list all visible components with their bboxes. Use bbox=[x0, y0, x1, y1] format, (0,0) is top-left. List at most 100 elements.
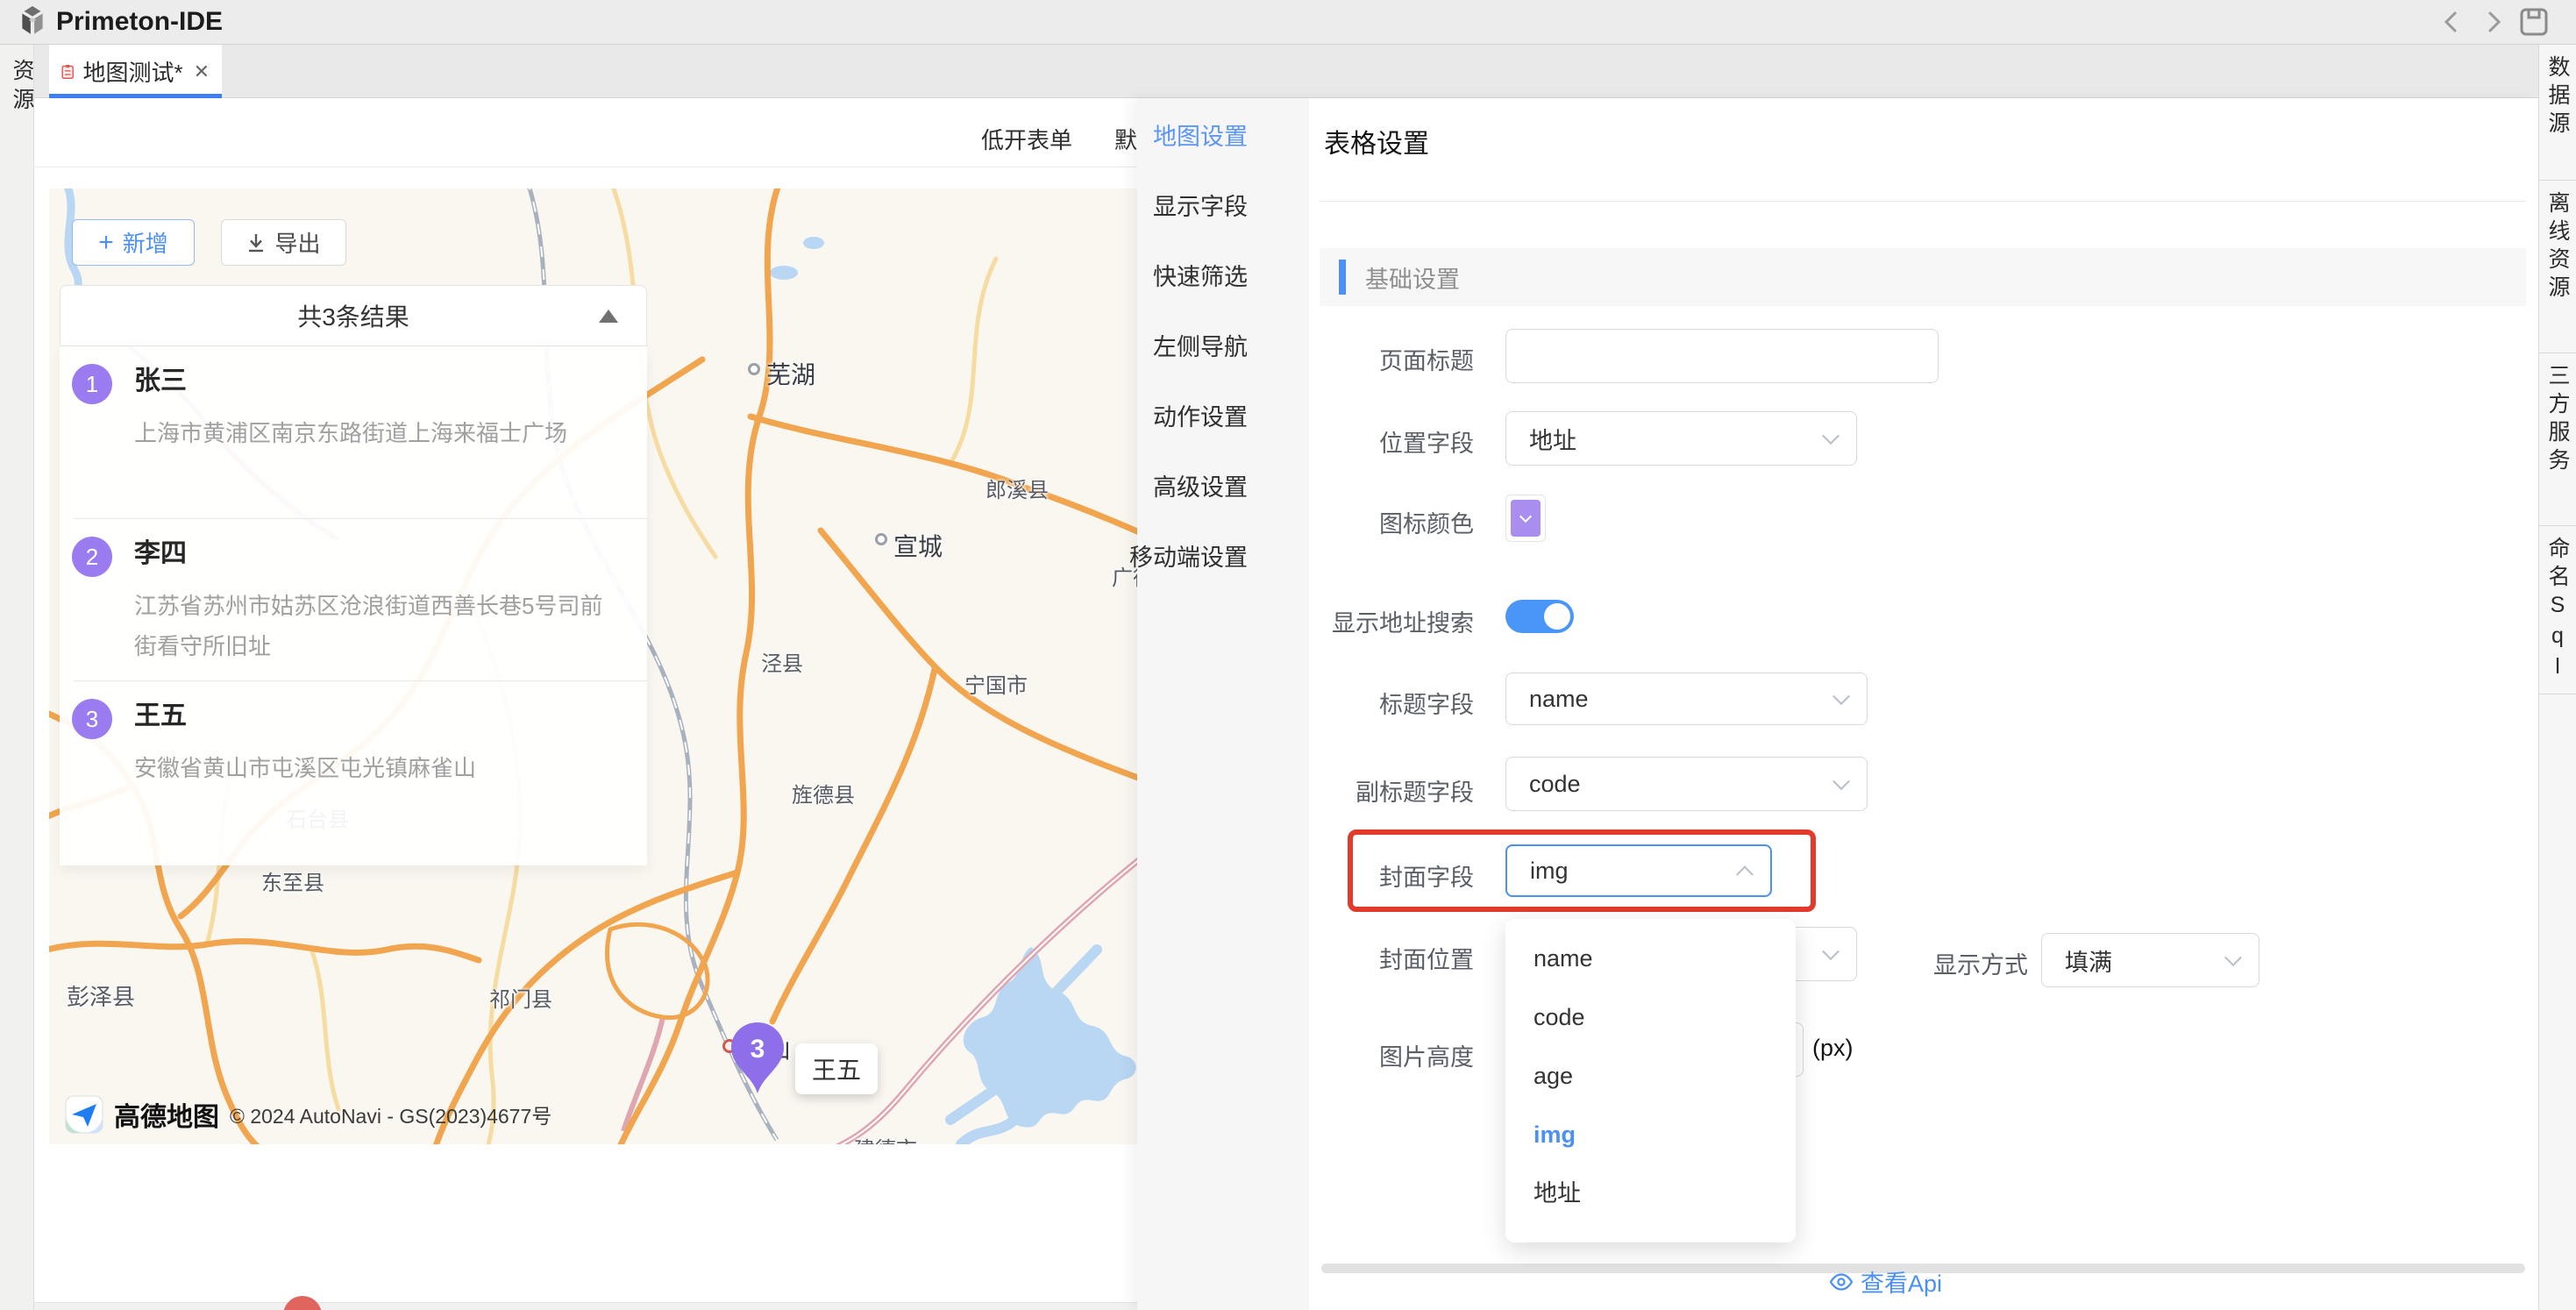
city-ring-marker-xuancheng bbox=[875, 533, 887, 545]
rail-tab-resources[interactable]: 资源 bbox=[6, 59, 38, 117]
settings-nav: 地图设置 显示字段 快速筛选 左侧导航 动作设置 高级设置 移动端设置 bbox=[1137, 98, 1309, 1310]
nav-item-display-fields[interactable]: 显示字段 bbox=[1153, 189, 1248, 224]
list-item[interactable]: 2 李四 江苏省苏州市姑苏区沧浪街道西善长巷5号司前街看守所旧址 bbox=[60, 519, 647, 680]
dropdown-option-code[interactable]: code bbox=[1505, 988, 1796, 1047]
map-pin-label-card[interactable]: 王五 bbox=[795, 1043, 878, 1094]
tab-close-icon[interactable]: ✕ bbox=[194, 61, 210, 83]
add-button-label: 新增 bbox=[123, 226, 168, 259]
field-label-page-title: 页面标题 bbox=[1313, 342, 1474, 376]
right-rail: 数据源 离线资源 三方服务 命名Sql bbox=[2538, 45, 2576, 1310]
map-label-jingde: 旌德县 bbox=[792, 778, 855, 808]
image-height-suffix: (px) bbox=[1812, 1035, 1854, 1062]
view-api-link[interactable]: 查看Api bbox=[1829, 1264, 1942, 1299]
collapse-icon[interactable] bbox=[599, 310, 618, 323]
amap-logo-icon bbox=[65, 1095, 103, 1134]
chevron-down-icon bbox=[1519, 510, 1532, 523]
nav-item-map-settings[interactable]: 地图设置 bbox=[1153, 119, 1248, 154]
view-api-label: 查看Api bbox=[1861, 1264, 1942, 1299]
amap-brand: 高德地图 bbox=[114, 1095, 219, 1134]
eye-icon bbox=[1829, 1273, 1854, 1291]
section-accent-bar bbox=[1339, 260, 1346, 295]
map-label-jiande: 建德市 bbox=[854, 1132, 917, 1144]
field-label-position-field: 位置字段 bbox=[1313, 424, 1474, 459]
field-label-display-mode: 显示方式 bbox=[1867, 946, 2028, 980]
export-button-label: 导出 bbox=[274, 226, 320, 259]
tab-bar: 地图测试* ✕ bbox=[34, 45, 2538, 98]
chevron-down-icon bbox=[1822, 427, 1839, 445]
chevron-down-icon bbox=[1822, 943, 1839, 960]
chevron-down-icon bbox=[1832, 772, 1850, 790]
save-icon[interactable] bbox=[2518, 6, 2550, 38]
field-label-title-field: 标题字段 bbox=[1313, 686, 1474, 720]
nav-item-quick-filter[interactable]: 快速筛选 bbox=[1153, 260, 1248, 295]
map-pin-3[interactable]: 3 bbox=[730, 1022, 785, 1095]
title-field-select[interactable]: name bbox=[1505, 673, 1868, 725]
item-index-badge: 3 bbox=[72, 699, 112, 739]
chevron-up-icon bbox=[1736, 865, 1754, 883]
icon-color-swatch bbox=[1511, 500, 1541, 537]
rail-tab-datasource[interactable]: 数据源 bbox=[2539, 45, 2576, 181]
field-label-cover-field: 封面字段 bbox=[1313, 858, 1474, 893]
map-label-ningguo: 宁国市 bbox=[964, 668, 1028, 699]
tab-map-test[interactable]: 地图测试* ✕ bbox=[49, 45, 222, 98]
item-address: 江苏省苏州市姑苏区沧浪街道西善长巷5号司前街看守所旧址 bbox=[134, 586, 625, 666]
dropdown-option-img[interactable]: img bbox=[1505, 1106, 1796, 1164]
toggle-knob bbox=[1544, 603, 1570, 630]
field-label-show-address-search: 显示地址搜索 bbox=[1163, 604, 1474, 638]
cover-field-select[interactable]: img bbox=[1505, 844, 1772, 897]
item-address: 上海市黄浦区南京东路街道上海来福士广场 bbox=[134, 413, 625, 453]
item-address: 安徽省黄山市屯溪区屯光镇麻雀山 bbox=[134, 748, 625, 788]
rail-tab-offline-resources[interactable]: 离线资源 bbox=[2539, 181, 2576, 353]
section-title: 基础设置 bbox=[1365, 260, 1460, 295]
left-rail: 资源 bbox=[0, 45, 34, 1310]
map-label-wuhu: 芜湖 bbox=[766, 356, 815, 391]
download-icon bbox=[246, 232, 266, 253]
dropdown-option-address[interactable]: 地址 bbox=[1505, 1164, 1796, 1223]
toolbar-item-lowcode-form[interactable]: 低开表单 bbox=[981, 123, 1072, 155]
add-button[interactable]: + 新增 bbox=[72, 219, 195, 266]
subtitle-field-value: code bbox=[1529, 771, 1581, 798]
chevron-down-icon bbox=[2224, 949, 2242, 966]
position-field-select[interactable]: 地址 bbox=[1505, 411, 1857, 466]
tab-label: 地图测试* bbox=[82, 55, 182, 88]
rail-tab-named-sql[interactable]: 命名Sql bbox=[2539, 526, 2576, 694]
title-bar: Primeton-IDE bbox=[0, 0, 2576, 45]
nav-item-advanced[interactable]: 高级设置 bbox=[1153, 470, 1248, 505]
subtitle-field-select[interactable]: code bbox=[1505, 757, 1868, 811]
item-index-badge: 1 bbox=[72, 364, 112, 404]
display-mode-select[interactable]: 填满 bbox=[2041, 933, 2259, 987]
item-index-badge: 2 bbox=[72, 537, 112, 577]
rail-tab-label: 离线资源 bbox=[2542, 191, 2573, 352]
page-title-input[interactable] bbox=[1505, 329, 1939, 383]
nav-item-action-settings[interactable]: 动作设置 bbox=[1153, 400, 1248, 435]
city-ring-marker-wuhu bbox=[748, 363, 760, 375]
icon-color-picker[interactable] bbox=[1505, 495, 1546, 542]
results-header[interactable]: 共3条结果 bbox=[60, 285, 647, 346]
rail-tab-third-party-services[interactable]: 三方服务 bbox=[2539, 353, 2576, 526]
settings-divider bbox=[1320, 201, 2526, 202]
nav-forward-icon[interactable] bbox=[2481, 10, 2506, 34]
dropdown-option-name[interactable]: name bbox=[1505, 929, 1796, 988]
floating-action-button[interactable] bbox=[283, 1296, 322, 1310]
nav-item-mobile[interactable]: 移动端设置 bbox=[1129, 540, 1248, 575]
list-item[interactable]: 3 王五 安徽省黄山市屯溪区屯光镇麻雀山 bbox=[60, 681, 647, 808]
nav-back-icon[interactable] bbox=[2439, 10, 2464, 34]
bottom-strip bbox=[34, 1302, 1139, 1310]
show-address-search-toggle[interactable] bbox=[1505, 600, 1574, 633]
app-title: Primeton-IDE bbox=[56, 7, 223, 37]
rail-tab-label: 数据源 bbox=[2542, 55, 2573, 180]
position-field-value: 地址 bbox=[1529, 422, 1576, 456]
field-label-image-height: 图片高度 bbox=[1313, 1038, 1474, 1072]
rail-tab-label: 三方服务 bbox=[2542, 364, 2573, 525]
export-button[interactable]: 导出 bbox=[221, 219, 346, 266]
field-label-cover-position: 封面位置 bbox=[1313, 941, 1474, 975]
plus-icon: + bbox=[98, 230, 114, 256]
dropdown-option-age[interactable]: age bbox=[1505, 1047, 1796, 1106]
toolbar-item-truncated[interactable]: 默 bbox=[1114, 123, 1137, 155]
map-attribution: 高德地图 © 2024 AutoNavi - GS(2023)4677号 bbox=[65, 1095, 551, 1134]
map-label-xuancheng: 宣城 bbox=[893, 528, 943, 563]
section-basic-settings: 基础设置 bbox=[1320, 248, 2526, 306]
list-item[interactable]: 1 张三 上海市黄浦区南京东路街道上海来福士广场 bbox=[60, 346, 647, 518]
nav-item-left-nav[interactable]: 左侧导航 bbox=[1153, 330, 1248, 365]
form-document-icon bbox=[61, 60, 74, 84]
